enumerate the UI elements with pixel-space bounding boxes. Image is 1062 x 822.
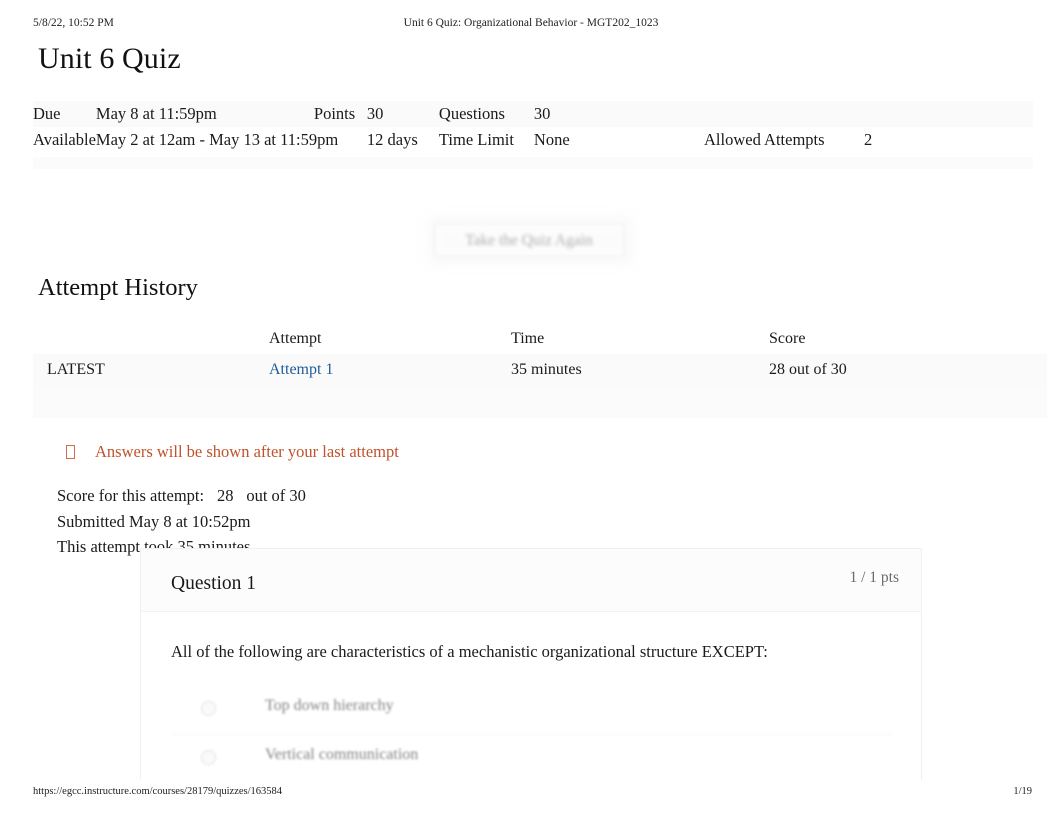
answers-shown-warning-text: Answers will be shown after your last at… <box>95 442 399 461</box>
attempt-score: 28 out of 30 <box>769 361 847 378</box>
points-value: 30 <box>366 104 384 123</box>
answer-option-label: Vertical communication <box>265 746 419 763</box>
answer-option-label: Top down hierarchy <box>265 697 394 714</box>
question-header: Question 1 1 / 1 pts <box>141 549 921 612</box>
column-header-time: Time <box>511 329 545 347</box>
take-quiz-again-button[interactable]: Take the Quiz Again <box>434 223 624 257</box>
retake-quiz-area: Take the Quiz Again <box>0 177 1062 272</box>
score-label: Score for this attempt: <box>57 486 205 505</box>
quiz-page-content: Unit 6 Quiz Due May 8 at 11:59pm Points … <box>0 38 1062 560</box>
attempt-link[interactable]: Attempt 1 <box>269 361 333 378</box>
table-row-spacer <box>33 386 1047 418</box>
print-page-number: 1/19 <box>1013 786 1032 797</box>
table-row: LATEST Attempt 1 35 minutes 28 out of 30 <box>33 354 1047 386</box>
radio-button-icon[interactable] <box>201 701 216 716</box>
score-value: 28 <box>216 486 234 505</box>
print-document-title: Unit 6 Quiz: Organizational Behavior - M… <box>403 17 659 29</box>
question-card: Question 1 1 / 1 pts All of the followin… <box>140 548 922 780</box>
column-header-score: Score <box>769 329 806 347</box>
allowed-attempts-value: 2 <box>864 130 873 149</box>
questions-label: Questions <box>438 104 505 123</box>
attempt-latest-flag: LATEST <box>47 361 105 378</box>
question-answers: Top down hierarchy Vertical communicatio… <box>171 686 893 780</box>
attempt-history-heading: Attempt History <box>38 274 198 301</box>
allowed-attempts-label: Allowed Attempts <box>704 130 825 149</box>
page-title: Unit 6 Quiz <box>38 42 181 75</box>
print-header: 5/8/22, 10:52 PM Unit 6 Quiz: Organizati… <box>0 17 1062 33</box>
attempt-history-table: Attempt Time Score LATEST Attempt 1 35 m… <box>33 323 1047 418</box>
points-label: Points <box>313 104 356 123</box>
questions-value: 30 <box>533 104 551 123</box>
info-icon <box>66 445 75 459</box>
submitted-line: Submitted May 8 at 10:52pm <box>57 511 251 531</box>
answer-option[interactable]: Top down hierarchy <box>171 686 893 735</box>
attempt-history-header-row: Attempt Time Score <box>33 323 1047 354</box>
print-source-url: https://egcc.instructure.com/courses/281… <box>33 786 283 797</box>
column-header-blank <box>33 323 269 354</box>
details-bottom-band <box>33 157 1033 169</box>
answers-shown-warning: Answers will be shown after your last at… <box>66 442 1062 462</box>
score-for-attempt-line: Score for this attempt: 28 out of 30 <box>57 483 1062 509</box>
available-value: May 2 at 12am - May 13 at 11:59pm <box>95 130 339 149</box>
attempt-time: 35 minutes <box>511 361 582 378</box>
column-header-attempt: Attempt <box>269 329 322 347</box>
quiz-details-row-due: Due May 8 at 11:59pm Points 30 Questions… <box>33 101 1033 127</box>
question-prompt: All of the following are characteristics… <box>171 642 768 661</box>
answer-option[interactable]: Vertical communication <box>171 735 893 780</box>
available-label: Available <box>33 130 96 149</box>
question-title: Question 1 <box>171 573 257 594</box>
due-label: Due <box>33 104 61 123</box>
question-points: 1 / 1 pts <box>849 569 899 586</box>
due-value: May 8 at 11:59pm <box>95 104 217 123</box>
print-footer: https://egcc.instructure.com/courses/281… <box>0 786 1062 802</box>
radio-button-icon[interactable] <box>201 750 216 765</box>
score-out-of: out of 30 <box>246 486 306 505</box>
